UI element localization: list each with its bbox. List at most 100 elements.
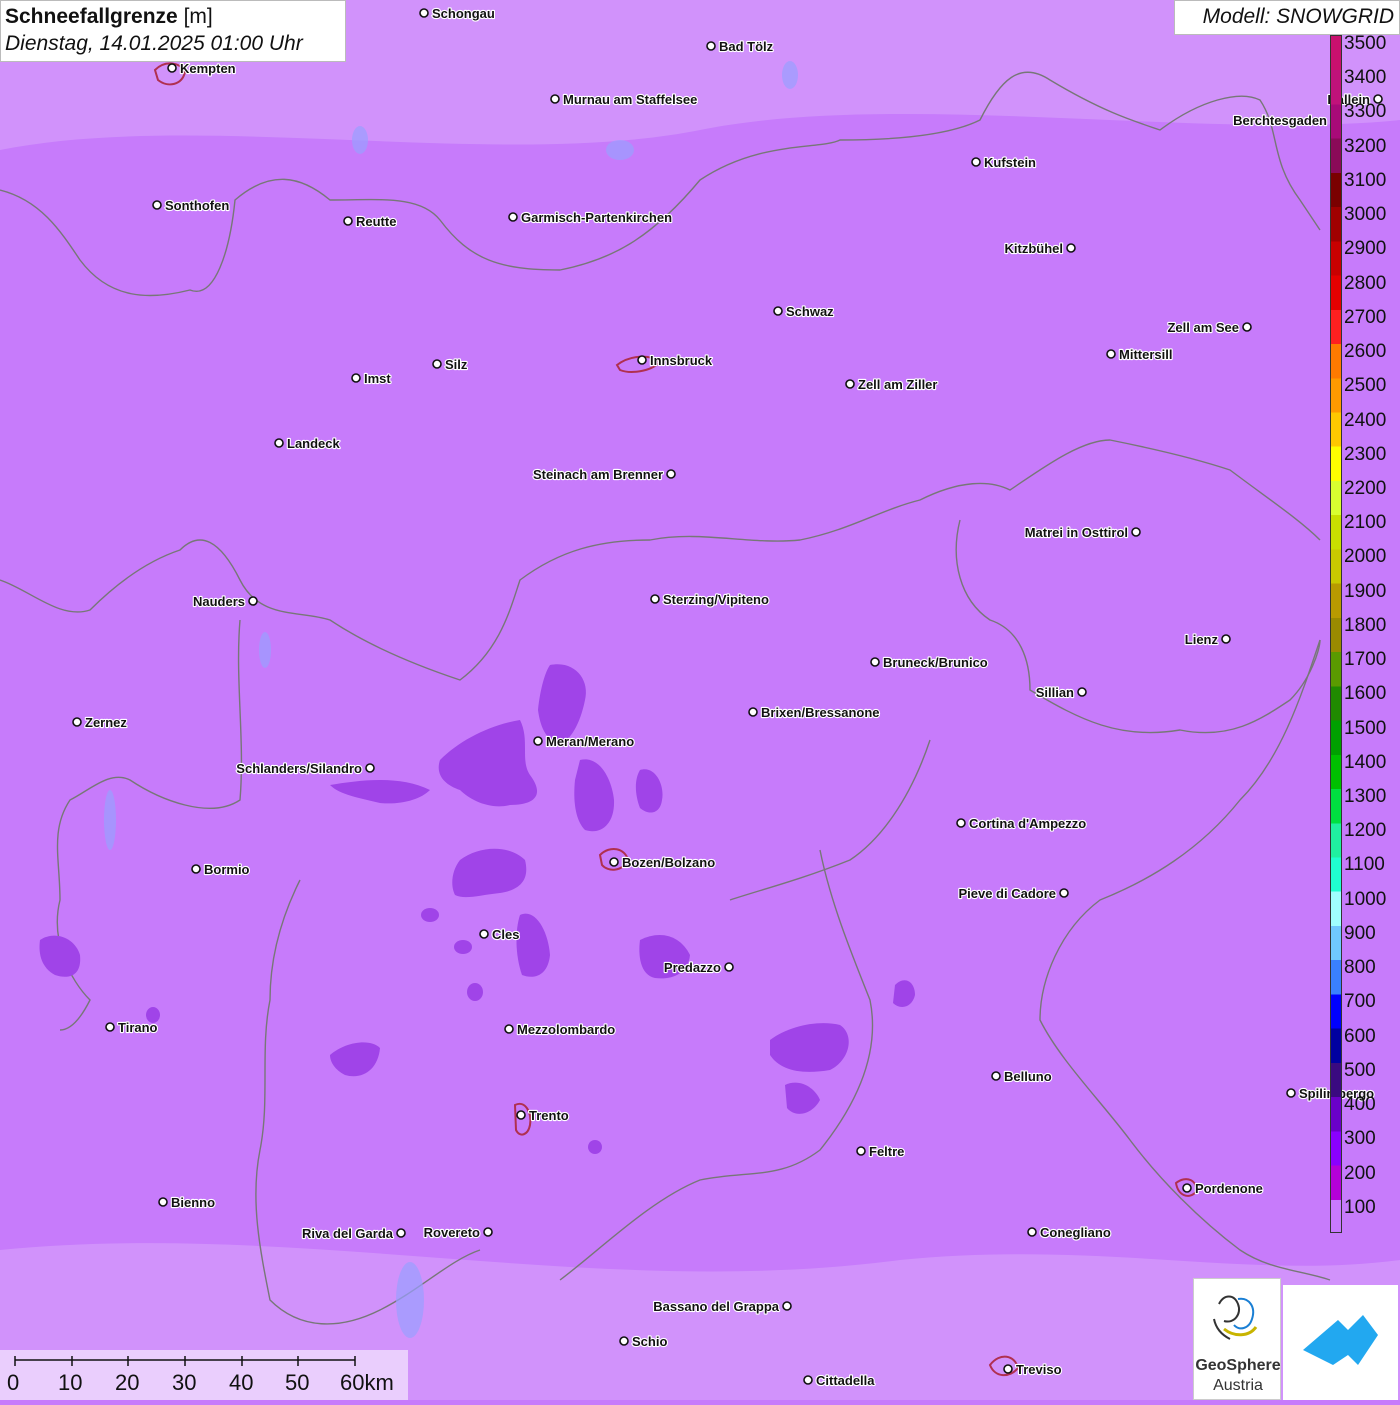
- scale-tick-30: 30: [172, 1370, 197, 1395]
- city-label-trento: Trento: [529, 1108, 569, 1123]
- legend-label-3100: 3100: [1344, 169, 1387, 191]
- legend-label-2100: 2100: [1344, 512, 1387, 534]
- city-marker-predazzo: [724, 962, 734, 972]
- legend-label-3500: 3500: [1344, 33, 1387, 54]
- city-label-zell-am-ziller: Zell am Ziller: [858, 377, 937, 392]
- city-marker-bienno: [158, 1197, 168, 1207]
- city-marker-nauders: [248, 596, 258, 606]
- city-marker-pieve-di-cadore: [1059, 888, 1069, 898]
- scale-tick-40: 40: [229, 1370, 254, 1395]
- city-label-feltre: Feltre: [869, 1144, 904, 1159]
- city-marker-steinach-am-brenner: [666, 469, 676, 479]
- parameter-unit: [m]: [183, 5, 213, 28]
- city-marker-innsbruck: [637, 355, 647, 365]
- city-marker-tirano: [105, 1022, 115, 1032]
- title-box: Schneefallgrenze [m] Dienstag, 14.01.202…: [0, 0, 346, 62]
- city-label-sillian: Sillian: [1036, 685, 1074, 700]
- color-legend-bar: [1330, 35, 1342, 1233]
- city-label-rovereto: Rovereto: [424, 1225, 480, 1240]
- city-marker-bassano-del-grappa: [782, 1301, 792, 1311]
- city-marker-silz: [432, 359, 442, 369]
- app-mountain-icon: [1303, 1310, 1378, 1365]
- city-label-treviso: Treviso: [1016, 1362, 1062, 1377]
- legend-label-1300: 1300: [1344, 786, 1387, 808]
- city-label-belluno: Belluno: [1004, 1069, 1052, 1084]
- city-marker-schlanders-silandro: [365, 763, 375, 773]
- city-label-mezzolombardo: Mezzolombardo: [517, 1022, 615, 1037]
- app-logo: [1283, 1285, 1398, 1400]
- snowfall-line-map: Schongau Bad Tölz Kempten Murnau am Staffel…: [0, 0, 1400, 1400]
- city-label-lienz: Lienz: [1185, 632, 1219, 647]
- city-label-kempten: Kempten: [180, 61, 236, 76]
- legend-label-3400: 3400: [1344, 67, 1387, 89]
- city-marker-pordenone: [1182, 1183, 1192, 1193]
- legend-label-1400: 1400: [1344, 751, 1387, 773]
- city-marker-meran-merano: [533, 736, 543, 746]
- city-label-landeck: Landeck: [287, 436, 341, 451]
- city-label-tirano: Tirano: [118, 1020, 158, 1035]
- legend-label-300: 300: [1344, 1128, 1376, 1150]
- legend-label-1700: 1700: [1344, 649, 1387, 671]
- city-label-kufstein: Kufstein: [984, 155, 1036, 170]
- city-label-bormio: Bormio: [204, 862, 250, 877]
- city-marker-mittersill: [1106, 349, 1116, 359]
- city-label-murnau-am-staffelsee: Murnau am Staffelsee: [563, 92, 697, 107]
- city-label-schwaz: Schwaz: [786, 304, 834, 319]
- city-label-cortina-d-ampezzo: Cortina d'Ampezzo: [969, 816, 1086, 831]
- city-label-mittersill: Mittersill: [1119, 347, 1172, 362]
- scale-tick-20: 20: [115, 1370, 140, 1395]
- city-marker-trento: [516, 1110, 526, 1120]
- legend-label-400: 400: [1344, 1094, 1376, 1116]
- city-label-bruneck-brunico: Bruneck/Brunico: [883, 655, 988, 670]
- city-marker-rovereto: [483, 1227, 493, 1237]
- city-label-cles: Cles: [492, 927, 519, 942]
- legend-label-3300: 3300: [1344, 101, 1387, 123]
- city-label-steinach-am-brenner: Steinach am Brenner: [533, 467, 663, 482]
- city-marker-bruneck-brunico: [870, 657, 880, 667]
- legend-label-600: 600: [1344, 1025, 1376, 1047]
- city-marker-bormio: [191, 864, 201, 874]
- city-label-schlanders-silandro: Schlanders/Silandro: [236, 761, 362, 776]
- legend-label-1600: 1600: [1344, 683, 1387, 705]
- city-label-meran-merano: Meran/Merano: [546, 734, 634, 749]
- geosphere-emblem-icon: [1213, 1295, 1258, 1340]
- legend-label-1200: 1200: [1344, 820, 1387, 842]
- city-label-schio: Schio: [632, 1334, 667, 1349]
- city-label-imst: Imst: [364, 371, 391, 386]
- city-marker-cortina-d-ampezzo: [956, 818, 966, 828]
- model-label: Modell: SNOWGRID: [1174, 0, 1400, 35]
- city-label-brixen-bressanone: Brixen/Bressanone: [761, 705, 880, 720]
- city-label-cittadella: Cittadella: [816, 1373, 875, 1388]
- city-label-predazzo: Predazzo: [664, 960, 721, 975]
- city-marker-belluno: [991, 1071, 1001, 1081]
- legend-label-2900: 2900: [1344, 238, 1387, 260]
- city-label-conegliano: Conegliano: [1040, 1225, 1111, 1240]
- scale-tick-0: 0: [7, 1370, 20, 1395]
- city-label-pieve-di-cadore: Pieve di Cadore: [958, 886, 1056, 901]
- legend-label-2000: 2000: [1344, 546, 1387, 568]
- city-label-bad-t-lz: Bad Tölz: [719, 39, 774, 54]
- city-label-garmisch-partenkirchen: Garmisch-Partenkirchen: [521, 210, 672, 225]
- legend-label-800: 800: [1344, 957, 1376, 979]
- city-marker-feltre: [856, 1146, 866, 1156]
- city-label-silz: Silz: [445, 357, 468, 372]
- legend-label-900: 900: [1344, 922, 1376, 944]
- geosphere-wordmark: GeoSphere: [1195, 1357, 1281, 1374]
- city-marker-cles: [479, 929, 489, 939]
- city-label-matrei-in-osttirol: Matrei in Osttirol: [1025, 525, 1128, 540]
- legend-label-2200: 2200: [1344, 477, 1387, 499]
- city-marker-imst: [351, 373, 361, 383]
- city-label-bozen-bolzano: Bozen/Bolzano: [622, 855, 715, 870]
- city-marker-sillian: [1077, 687, 1087, 697]
- city-label-zernez: Zernez: [85, 715, 127, 730]
- city-marker-garmisch-partenkirchen: [508, 212, 518, 222]
- city-marker-schwaz: [773, 306, 783, 316]
- city-marker-treviso: [1003, 1364, 1013, 1374]
- city-marker-sonthofen: [152, 200, 162, 210]
- city-label-riva-del-garda: Riva del Garda: [302, 1226, 394, 1241]
- legend-label-100: 100: [1344, 1196, 1376, 1218]
- city-marker-bozen-bolzano: [609, 857, 619, 867]
- scale-tick-50: 50: [285, 1370, 310, 1395]
- city-marker-kufstein: [971, 157, 981, 167]
- city-marker-mezzolombardo: [504, 1024, 514, 1034]
